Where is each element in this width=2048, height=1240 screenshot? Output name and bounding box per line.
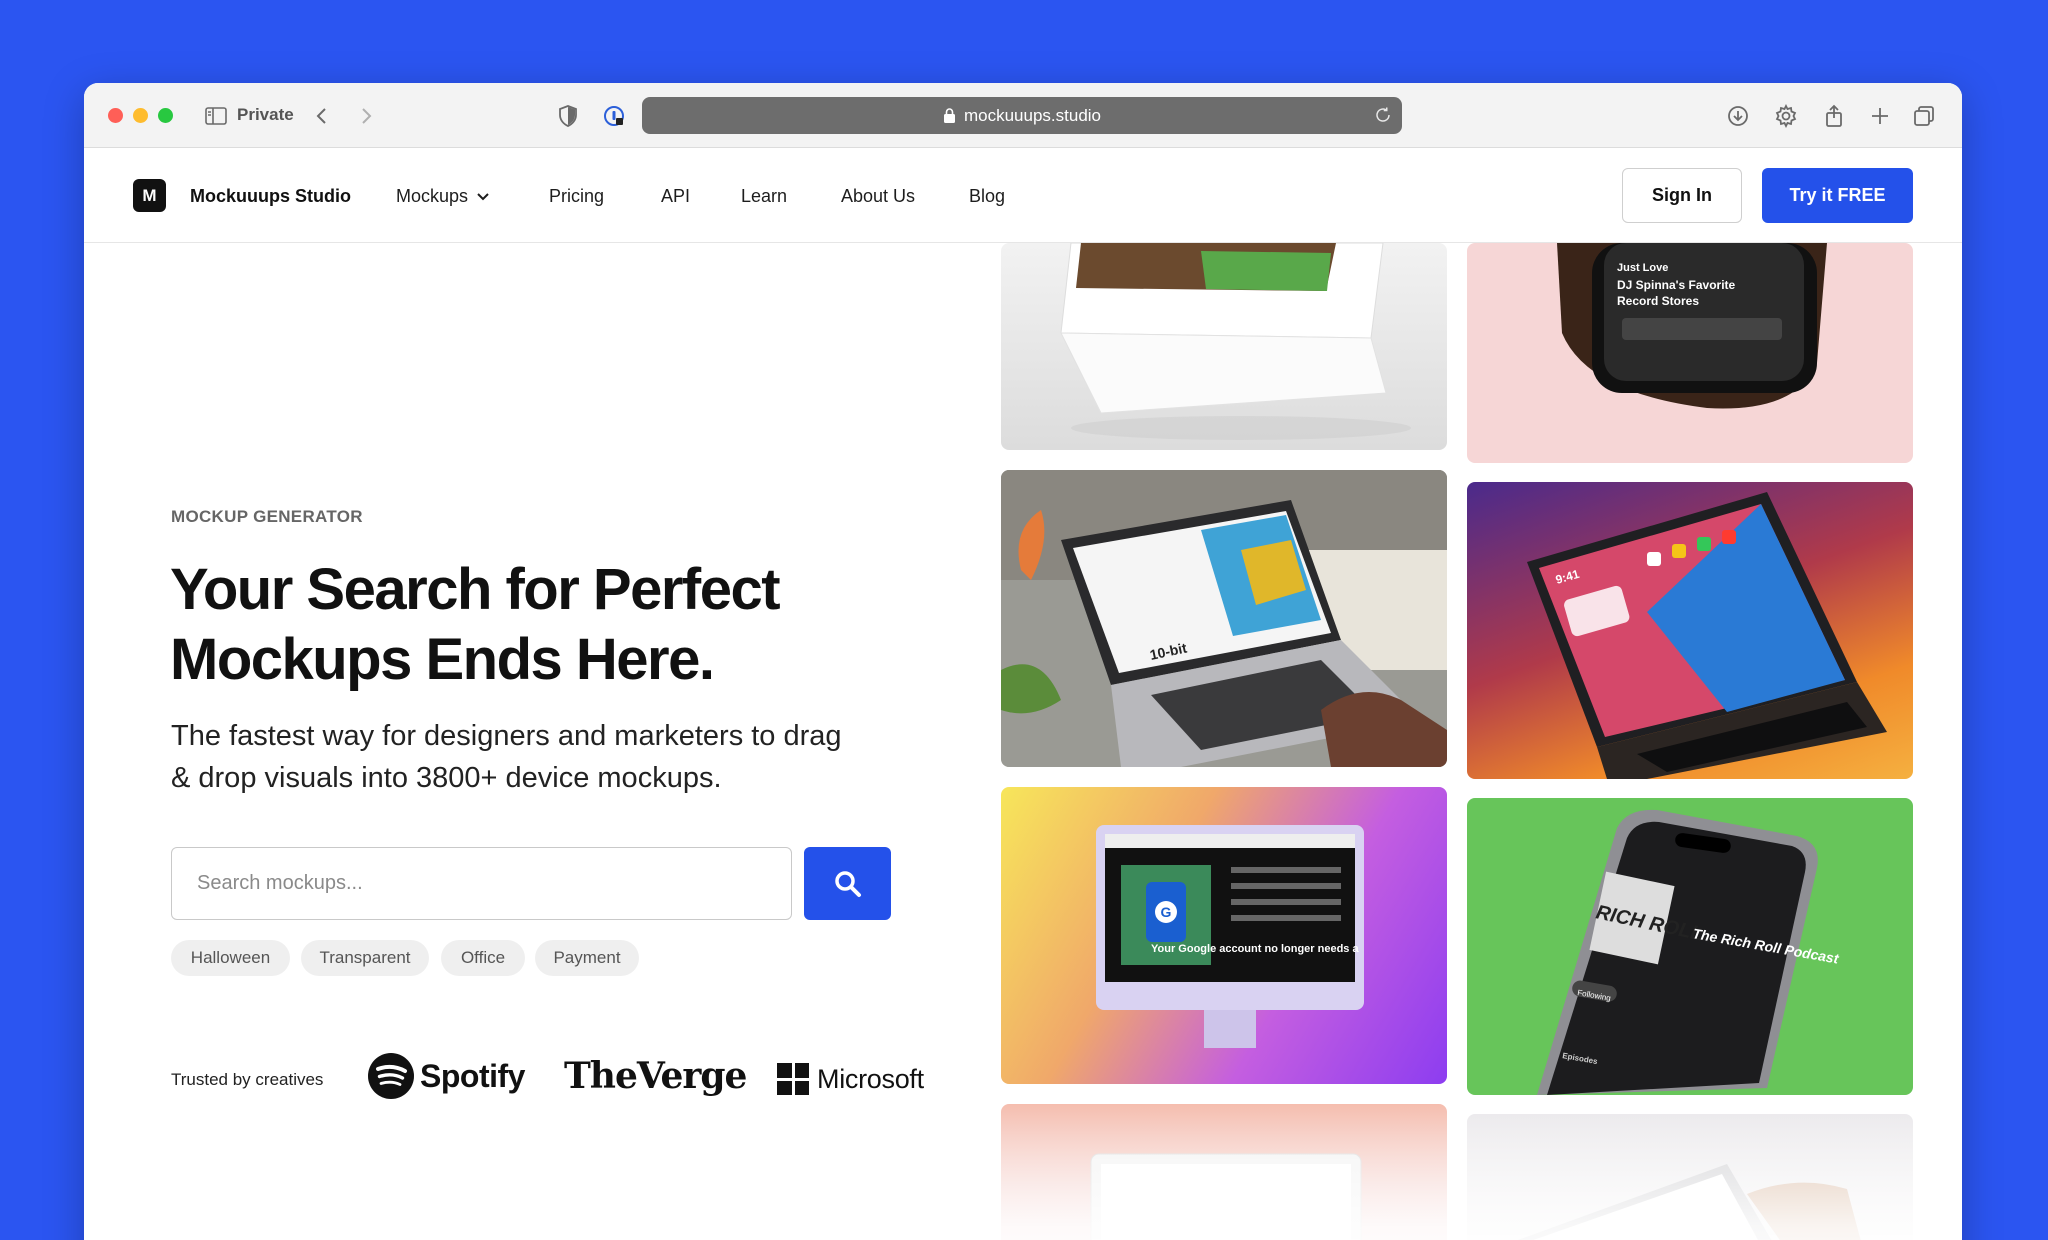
hero-subhead: The fastest way for designers and market… <box>171 715 891 799</box>
url-text: mockuuups.studio <box>963 105 1102 125</box>
microsoft-wordmark: Microsoft <box>817 1063 924 1094</box>
spotify-wordmark: Spotify <box>420 1057 525 1094</box>
search-input[interactable] <box>171 847 792 920</box>
microsoft-grid-icon <box>777 1063 809 1095</box>
mockup-tile-white-laptop[interactable] <box>1001 243 1447 450</box>
reload-icon[interactable] <box>1374 106 1392 124</box>
private-label: Private <box>237 105 294 124</box>
svg-text:G: G <box>1161 904 1172 920</box>
imac-faded-image <box>1090 1153 1362 1240</box>
tablet-hand-image <box>1518 1164 1861 1240</box>
forward-arrow-icon[interactable] <box>352 102 380 130</box>
nav-blog[interactable]: Blog <box>969 186 1005 207</box>
downloads-icon[interactable] <box>1724 102 1752 130</box>
tab-overview-icon[interactable] <box>1910 102 1938 130</box>
phone-hand-image: Just Love DJ Spinna's Favorite Record St… <box>1557 243 1827 409</box>
subhead-line-1: The fastest way for designers and market… <box>171 720 842 752</box>
site-header: M Mockuuups Studio Mockups Pricing API L… <box>84 148 1962 243</box>
mockup-tile-phone-hand[interactable]: Just Love DJ Spinna's Favorite Record St… <box>1467 243 1913 463</box>
imac-image: G Your Google account no longer needs a <box>1096 825 1364 1048</box>
nav-mockups-label: Mockups <box>396 186 469 206</box>
brand-logo[interactable]: M <box>133 179 166 212</box>
macbook-desk-image: 10-bit <box>1001 470 1447 767</box>
nav-api[interactable]: API <box>661 186 690 207</box>
hero-headline: Your Search for Perfect Mockups Ends Her… <box>170 555 890 695</box>
trusted-label: Trusted by creatives <box>171 1070 324 1089</box>
zoom-window-button[interactable] <box>158 108 173 123</box>
new-tab-icon[interactable] <box>1866 102 1894 130</box>
phone-card-line-1: Just Love <box>1617 262 1668 274</box>
tag-transparent[interactable]: Transparent <box>301 940 429 976</box>
headline-line-2: Mockups Ends Here. <box>170 627 715 692</box>
phone-card-line-2: DJ Spinna's Favorite <box>1617 278 1736 292</box>
mockup-tile-ipad[interactable]: 9:41 <box>1467 482 1913 779</box>
subhead-line-2: & drop visuals into 3800+ device mockups… <box>171 762 722 794</box>
mockup-tile-tablet-hand[interactable] <box>1467 1114 1913 1240</box>
hero-eyebrow: MOCKUP GENERATOR <box>171 507 363 526</box>
browser-toolbar: Private mockuuups.studio <box>84 83 1962 148</box>
brand-name[interactable]: Mockuuups Studio <box>190 186 351 207</box>
headline-line-1: Your Search for Perfect <box>170 557 781 622</box>
mockup-tile-iphone-podcast[interactable]: RICH ROLL The Rich Roll Podcast Followin… <box>1467 798 1913 1095</box>
nav-pricing[interactable]: Pricing <box>549 186 604 207</box>
iphone-podcast-image: RICH ROLL The Rich Roll Podcast Followin… <box>1537 809 1841 1095</box>
password-extension-icon[interactable] <box>600 102 628 130</box>
search-icon <box>834 870 861 897</box>
chevron-down-icon <box>477 193 489 201</box>
sidebar-toggle-icon[interactable] <box>202 102 230 130</box>
share-icon[interactable] <box>1820 102 1848 130</box>
gear-icon[interactable] <box>1772 102 1800 130</box>
minimize-window-button[interactable] <box>133 108 148 123</box>
spotify-mark-icon <box>368 1053 414 1099</box>
privacy-shield-icon[interactable] <box>554 102 582 130</box>
white-laptop-image <box>1060 243 1411 440</box>
ipad-image: 9:41 <box>1527 492 1887 779</box>
tag-payment[interactable]: Payment <box>535 940 639 976</box>
close-window-button[interactable] <box>108 108 123 123</box>
back-arrow-icon[interactable] <box>308 102 336 130</box>
mockup-tile-imac[interactable]: G Your Google account no longer needs a <box>1001 787 1447 1084</box>
microsoft-logo: Microsoft <box>777 1063 924 1095</box>
lock-icon <box>943 108 955 123</box>
imac-screen-label: Your Google account no longer needs a <box>1151 943 1359 955</box>
phone-card-line-3: Record Stores <box>1617 294 1699 308</box>
sign-in-button[interactable]: Sign In <box>1622 168 1742 223</box>
try-free-button[interactable]: Try it FREE <box>1762 168 1913 223</box>
the-verge-logo: TheVerge <box>564 1055 747 1097</box>
nav-learn[interactable]: Learn <box>741 186 787 207</box>
nav-about[interactable]: About Us <box>841 186 915 207</box>
mockup-tile-macbook-desk[interactable]: 10-bit <box>1001 470 1447 767</box>
tag-office[interactable]: Office <box>441 940 525 976</box>
browser-window: Private mockuuups.studio M Mockuuups Stu… <box>84 83 1962 1240</box>
nav-mockups[interactable]: Mockups <box>396 186 490 207</box>
tag-halloween[interactable]: Halloween <box>171 940 290 976</box>
search-button[interactable] <box>804 847 891 920</box>
spotify-logo: Spotify <box>368 1053 525 1099</box>
mockup-tile-imac-faded[interactable] <box>1001 1104 1447 1240</box>
address-bar[interactable]: mockuuups.studio <box>642 97 1402 134</box>
